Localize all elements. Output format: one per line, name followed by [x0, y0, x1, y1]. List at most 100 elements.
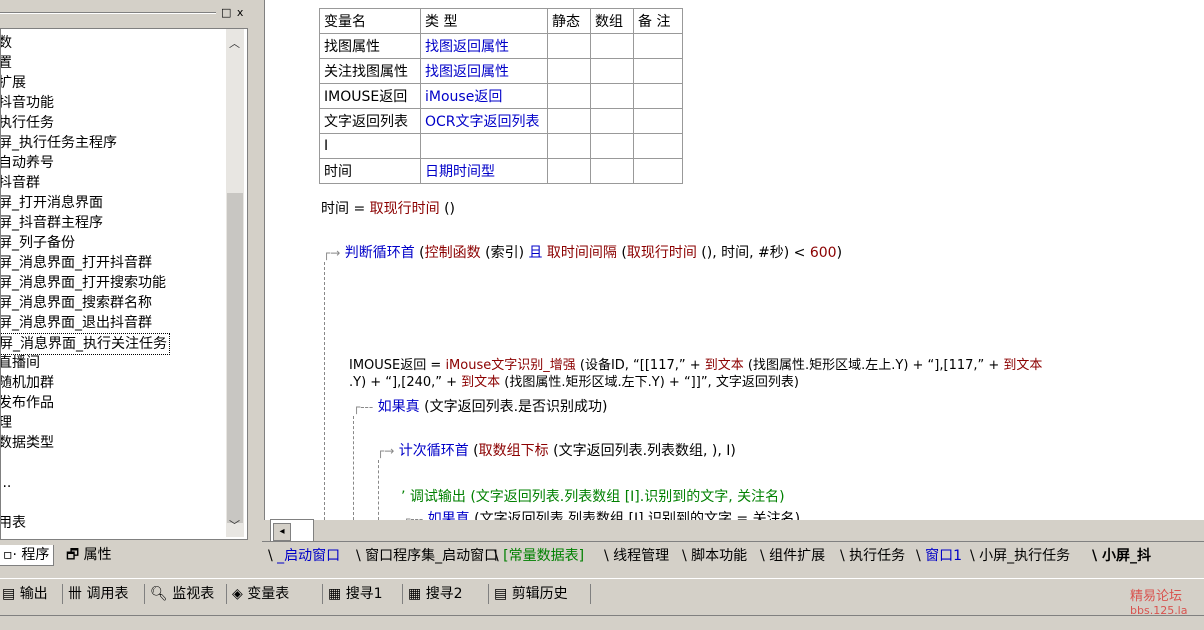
editor-tab[interactable]: \ 小屏_抖: [1090, 545, 1153, 567]
variable-flag-cell[interactable]: [547, 58, 591, 84]
tree-item[interactable]: 数据类型: [1, 433, 54, 453]
tree-item[interactable]: 屏_抖音群主程序: [1, 213, 103, 233]
variable-row[interactable]: IMOUSE返回 iMouse返回: [319, 83, 683, 109]
editor-tab[interactable]: \ [常量数据表]: [492, 545, 586, 567]
scroll-left-icon[interactable]: ◂: [273, 523, 291, 541]
variable-row[interactable]: 找图属性 找图返回属性: [319, 33, 683, 59]
editor-tab[interactable]: \ 线程管理: [602, 545, 671, 567]
toolbar-button[interactable]: ▤ 输出: [2, 584, 48, 604]
variable-type-cell[interactable]: iMouse返回: [420, 83, 548, 109]
tab-properties[interactable]: 🗗 属性: [62, 545, 116, 565]
variable-type-cell[interactable]: OCR文字返回列表: [420, 108, 548, 134]
editor-tab[interactable]: \ 脚本功能: [680, 545, 749, 567]
horizontal-scrollbar[interactable]: ◂: [270, 519, 314, 543]
tree-item[interactable]: 抖音功能: [1, 93, 54, 113]
header-static: 静态: [547, 8, 591, 34]
tree-item[interactable]: 自动养号: [1, 153, 54, 173]
variable-name-cell[interactable]: 时间: [319, 158, 421, 184]
variable-name-cell[interactable]: 文字返回列表: [319, 108, 421, 134]
variable-flag-cell[interactable]: [590, 158, 634, 184]
editor-tab[interactable]: \ 窗口程序集_启动窗口: [354, 545, 500, 567]
code-line-while-loop[interactable]: ┌→ 判断循环首 (控制函数 (索引) 且 取时间间隔 (取现行时间 (), 时…: [323, 242, 842, 262]
loop-guide-line: [324, 262, 325, 520]
code-line-debug-comment[interactable]: ’ 调试输出 (文字返回列表.列表数组 [I].识别到的文字, 关注名): [401, 486, 785, 506]
variable-name-cell[interactable]: 关注找图属性: [319, 58, 421, 84]
variable-flag-cell[interactable]: [547, 83, 591, 109]
variable-name-cell[interactable]: IMOUSE返回: [319, 83, 421, 109]
variable-flag-cell[interactable]: [590, 58, 634, 84]
editor-tab[interactable]: \ 组件扩展: [758, 545, 827, 567]
variable-type-cell[interactable]: 找图返回属性: [420, 33, 548, 59]
toolbar-button[interactable]: ▦ 搜寻2: [408, 584, 463, 604]
tree-item[interactable]: 置: [1, 53, 12, 73]
variable-flag-cell[interactable]: [590, 133, 634, 159]
variable-flag-cell[interactable]: [633, 83, 683, 109]
panel-window-buttons[interactable]: □ x: [221, 6, 244, 19]
code-line-counted-loop[interactable]: ┌→ 计次循环首 (取数组下标 (文字返回列表.列表数组, ), I): [377, 440, 736, 460]
variable-icon: ◈: [232, 586, 248, 602]
scroll-thumb[interactable]: [227, 193, 243, 523]
variable-row[interactable]: I: [319, 133, 683, 159]
variable-name-cell[interactable]: I: [319, 133, 421, 159]
tree-item[interactable]: 抖音群: [1, 173, 40, 193]
toolbar-button[interactable]: 卌 调用表: [68, 584, 128, 604]
tree-item[interactable]: 屏_列子备份: [1, 233, 75, 253]
toolbar-button[interactable]: ◈ 变量表: [232, 584, 289, 604]
tree-item[interactable]: 数: [1, 33, 12, 53]
toolbar-button[interactable]: 🔍︎ 监视表: [150, 584, 214, 604]
tree-item[interactable]: 屏_打开消息界面: [1, 193, 103, 213]
tab-program[interactable]: ▫· 程序: [0, 545, 55, 566]
variable-flag-cell[interactable]: [590, 33, 634, 59]
code-line-time-assign[interactable]: 时间 = 取现行时间 (): [321, 198, 455, 218]
variable-flag-cell[interactable]: [547, 133, 591, 159]
variable-type-cell[interactable]: [420, 133, 548, 159]
variable-flag-cell[interactable]: [547, 108, 591, 134]
tree-scrollbar[interactable]: ︿ ﹀: [226, 29, 244, 537]
tree-item[interactable]: 屏_消息界面_打开搜索功能: [1, 273, 166, 293]
code-line-if-success[interactable]: ┌--- 如果真 (文字返回列表.是否识别成功): [353, 396, 608, 416]
scroll-up-icon[interactable]: ︿: [229, 35, 240, 51]
variable-type-cell[interactable]: 日期时间型: [420, 158, 548, 184]
toolbar-button[interactable]: ▤ 剪辑历史: [494, 584, 568, 604]
editor-tab[interactable]: \ 执行任务: [838, 545, 907, 567]
code-line-imouse-ocr-cont[interactable]: .Y) + “],[240,” + 到文本 (找图属性.矩形区域.左下.Y) +…: [349, 371, 799, 390]
variable-flag-cell[interactable]: [590, 108, 634, 134]
variable-flag-cell[interactable]: [633, 158, 683, 184]
tree-item[interactable]: 屏_消息界面_执行关注任务: [1, 333, 170, 355]
tree-item[interactable]: 理: [1, 413, 12, 433]
variable-row[interactable]: 文字返回列表 OCR文字返回列表: [319, 108, 683, 134]
variable-name-cell[interactable]: 找图属性: [319, 33, 421, 59]
tree-item[interactable]: 发布作品: [1, 393, 54, 413]
code-editor[interactable]: 变量名 类 型 静态 数组 备 注 找图属性 找图返回属性 关注找图属性 找图返回属性…: [264, 0, 1204, 520]
variable-flag-cell[interactable]: [633, 33, 683, 59]
tab-separator-icon: \: [840, 548, 850, 564]
header-note: 备 注: [633, 8, 683, 34]
counted-loop-guide-line: [378, 460, 379, 520]
tree-item[interactable]: 屏_消息界面_搜索群名称: [1, 293, 152, 313]
variable-flag-cell[interactable]: [547, 33, 591, 59]
tree-item[interactable]: 屏_消息界面_退出抖音群: [1, 313, 152, 333]
editor-tab[interactable]: \ 窗口1: [914, 545, 964, 567]
editor-tab[interactable]: \ 小屏_执行任务: [968, 545, 1072, 567]
tree-item[interactable]: 屏_执行任务主程序: [1, 133, 117, 153]
variable-flag-cell[interactable]: [590, 83, 634, 109]
toolbar-button[interactable]: ▦ 搜寻1: [328, 584, 383, 604]
tree-item[interactable]: 执行任务: [1, 113, 54, 133]
program-tree[interactable]: 数置扩展抖音功能执行任务屏_执行任务主程序自动养号抖音群屏_打开消息界面屏_抖音…: [0, 28, 248, 540]
variable-flag-cell[interactable]: [633, 108, 683, 134]
variable-row[interactable]: 关注找图属性 找图返回属性: [319, 58, 683, 84]
tree-item[interactable]: 用表: [1, 513, 26, 533]
scroll-down-icon[interactable]: ﹀: [229, 517, 240, 533]
variable-type-cell[interactable]: 找图返回属性: [420, 58, 548, 84]
tree-item[interactable]: 随机加群: [1, 373, 54, 393]
variable-row[interactable]: 时间 日期时间型: [319, 158, 683, 184]
tree-item[interactable]: 屏_消息界面_打开抖音群: [1, 253, 152, 273]
editor-tab[interactable]: \ _启动窗口: [266, 545, 342, 567]
variable-flag-cell[interactable]: [633, 133, 683, 159]
tree-item[interactable]: ...: [1, 473, 11, 493]
tree-item[interactable]: 直播间: [1, 353, 40, 373]
variable-flag-cell[interactable]: [633, 58, 683, 84]
tree-item[interactable]: 扩展: [1, 73, 26, 93]
code-line-if-name-match[interactable]: ┌--- 如果真 (文字返回列表.列表数组 [I].识别到的文字 = 关注名): [403, 508, 800, 520]
variable-flag-cell[interactable]: [547, 158, 591, 184]
